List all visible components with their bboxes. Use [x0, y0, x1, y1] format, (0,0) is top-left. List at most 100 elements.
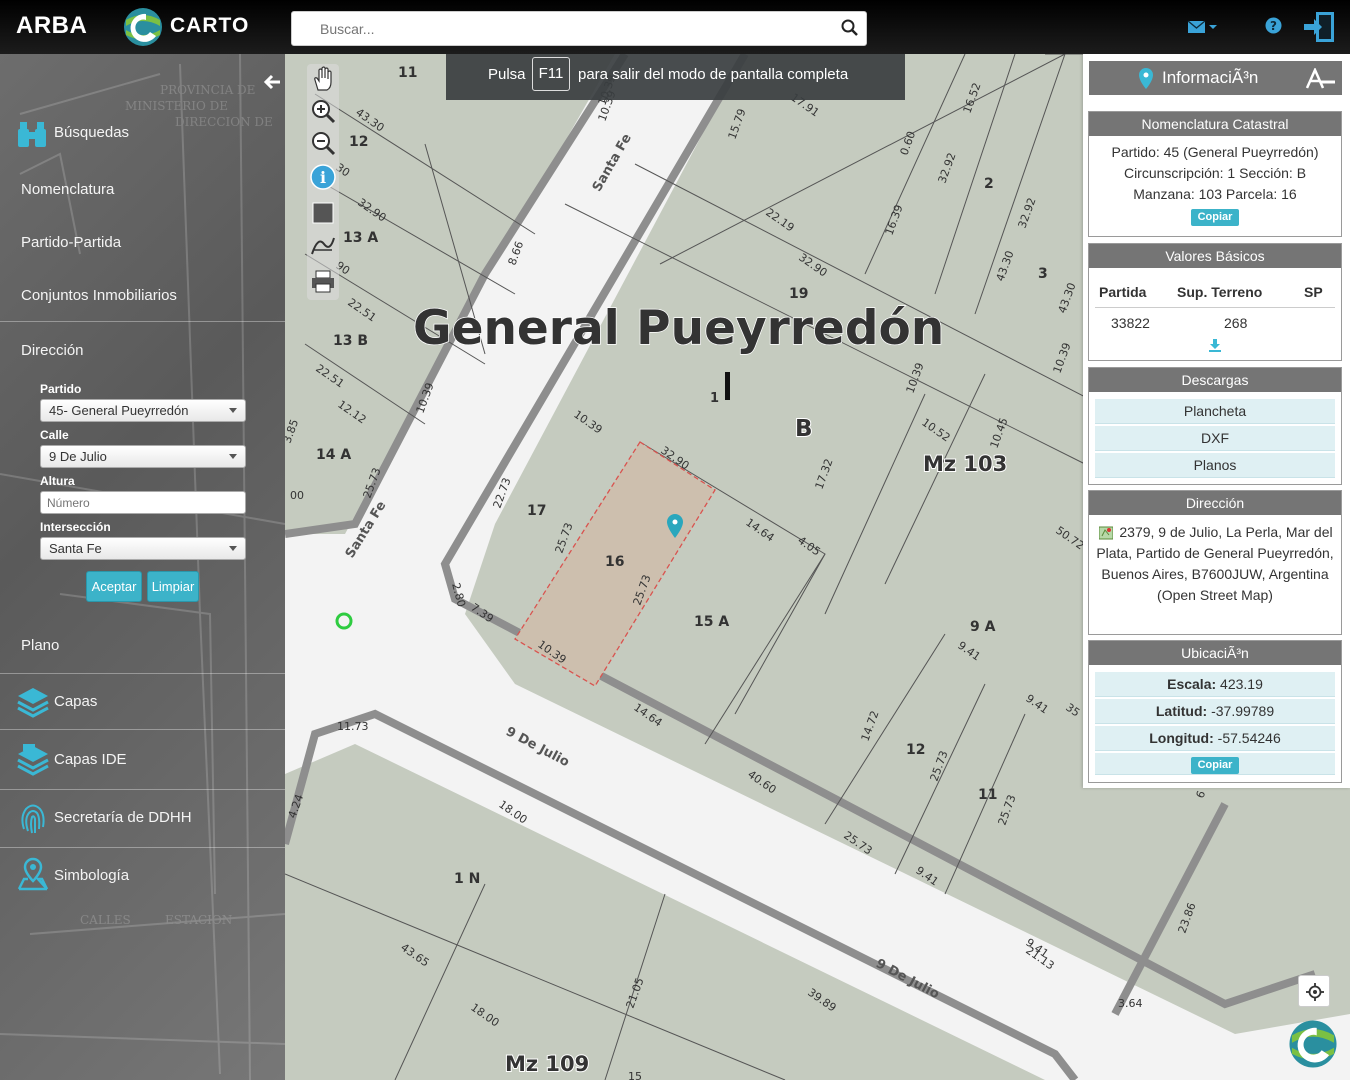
download-plancheta[interactable]: Plancheta: [1095, 399, 1335, 424]
ubicacion-copy-row: Copiar: [1095, 753, 1335, 775]
download-icon[interactable]: [1208, 338, 1222, 352]
info-panel: InformaciÃ³n Nomenclatura Catastral Part…: [1083, 54, 1350, 788]
valores-header: Valores Básicos: [1089, 244, 1341, 268]
search-icon[interactable]: [840, 18, 860, 38]
svg-text:i: i: [320, 168, 326, 187]
banner-prefix: Pulsa: [488, 66, 526, 83]
seccion-label: B: [795, 416, 813, 442]
locate-button[interactable]: [1298, 975, 1330, 1007]
nav-busquedas-label: Búsquedas: [54, 124, 130, 141]
parcel-number: 19: [789, 286, 808, 302]
map-toolbar: i: [307, 64, 339, 300]
partido-select-value: 45- General Pueyrredón: [49, 403, 189, 418]
descargas-header: Descargas: [1089, 368, 1341, 392]
pan-hand-icon[interactable]: [310, 66, 336, 92]
nav-capas-ide[interactable]: Capas IDE: [0, 744, 285, 776]
parcel-measure: 15: [628, 1070, 642, 1080]
interseccion-label: Intersección: [40, 520, 111, 534]
chevron-down-icon: [229, 454, 237, 459]
exit-icon[interactable]: [1302, 10, 1336, 44]
nav-ddhh[interactable]: Secretaría de DDHH: [0, 804, 285, 834]
altura-input[interactable]: [40, 491, 246, 514]
parcel-number: 13 B: [333, 333, 368, 349]
latitud-row: Latitud: -37.99789: [1095, 699, 1335, 724]
col-partida: Partida: [1099, 284, 1147, 300]
partido-select[interactable]: 45- General Pueyrredón: [40, 399, 246, 422]
nav-conjuntos-inmobiliarios[interactable]: Conjuntos Inmobiliarios: [0, 287, 285, 309]
parcel-number: 12: [349, 134, 368, 150]
zoom-extent-icon[interactable]: [310, 200, 336, 226]
nav-nomenclatura-label: Nomenclatura: [21, 181, 115, 198]
parcel-number: 16: [605, 554, 624, 570]
nomenclatura-card: Nomenclatura Catastral Partido: 45 (Gene…: [1088, 111, 1342, 237]
parcel-number: 13 A: [343, 230, 378, 246]
calle-select[interactable]: 9 De Julio: [40, 445, 246, 468]
parcel-number: 1 N: [454, 871, 480, 887]
svg-text:PROVINCIA DE: PROVINCIA DE: [160, 83, 255, 97]
layers-ide-icon: [17, 744, 49, 776]
collapse-sidebar-icon[interactable]: [262, 72, 282, 92]
banner-suffix: para salir del modo de pantalla completa: [578, 66, 849, 83]
download-dxf[interactable]: DXF: [1095, 426, 1335, 451]
print-icon[interactable]: [310, 268, 336, 294]
longitud-row: Longitud: -57.54246: [1095, 726, 1335, 751]
partida-value: 33822: [1111, 315, 1150, 331]
help-icon[interactable]: ?: [1265, 17, 1282, 34]
direccion-card: Dirección 2379, 9 de Julio, La Perla, Ma…: [1088, 490, 1342, 635]
nav-partido-partida[interactable]: Partido-Partida: [0, 234, 285, 256]
nav-ddhh-label: Secretaría de DDHH: [54, 809, 192, 826]
divider: [0, 729, 285, 730]
carto-globe-icon: [1289, 1020, 1337, 1068]
copy-nomenclatura-button[interactable]: Copiar: [1190, 209, 1240, 226]
map-location-icon: [1099, 526, 1113, 540]
calle-label: Calle: [40, 428, 69, 442]
banner-key: F11: [532, 57, 570, 91]
nav-simbologia[interactable]: Simbología: [0, 857, 285, 891]
nav-nomenclatura[interactable]: Nomenclatura: [0, 181, 285, 203]
nav-plano[interactable]: Plano: [0, 637, 285, 659]
arba-logo[interactable]: ARBA: [16, 12, 87, 40]
parcel-number: 2: [984, 176, 994, 192]
nav-capas[interactable]: Capas: [0, 688, 285, 718]
zoom-out-icon[interactable]: [310, 130, 336, 156]
clear-icon[interactable]: [1305, 68, 1337, 90]
altura-label: Altura: [40, 474, 75, 488]
nav-capas-ide-label: Capas IDE: [54, 751, 127, 768]
partido-label: General Pueyrredón: [413, 301, 944, 356]
escala-label: Escala:: [1167, 676, 1217, 692]
latitud-label: Latitud:: [1155, 703, 1208, 719]
crosshair-icon: [1306, 983, 1324, 1001]
svg-text:CALLES: CALLES: [80, 913, 131, 927]
info-panel-title: InformaciÃ³n: [1162, 68, 1259, 87]
interseccion-select-value: Santa Fe: [49, 541, 102, 556]
divider: [1095, 307, 1335, 308]
parcel-number: 9 A: [970, 619, 996, 635]
direccion-text: 2379, 9 de Julio, La Perla, Mar del Plat…: [1096, 524, 1334, 603]
interseccion-select[interactable]: Santa Fe: [40, 537, 246, 560]
sidebar-background-map: PROVINCIA DE MINISTERIO DE DIRECCION DE …: [0, 54, 285, 1080]
nomenclatura-manzana: Manzana: 103 Parcela: 16: [1133, 186, 1297, 202]
nav-busquedas[interactable]: Búsquedas: [0, 122, 285, 154]
info-icon[interactable]: i: [310, 164, 336, 190]
svg-text:ESTACION: ESTACION: [165, 913, 232, 927]
copy-ubicacion-button[interactable]: Copiar: [1190, 757, 1240, 774]
escala-value: 423.19: [1220, 676, 1263, 692]
limpiar-button[interactable]: Limpiar: [147, 571, 199, 602]
search-input[interactable]: [292, 12, 832, 45]
aceptar-button[interactable]: Aceptar: [86, 571, 142, 602]
manzana-label: Mz 103: [923, 452, 1007, 476]
measure-icon[interactable]: [310, 232, 336, 258]
partido-label: Partido: [40, 382, 82, 396]
zoom-in-icon[interactable]: [310, 98, 336, 124]
parcel-measure: 00: [290, 489, 304, 502]
nav-direccion[interactable]: Dirección: [0, 342, 285, 364]
search-box: [291, 11, 867, 46]
nav-conjuntos-label: Conjuntos Inmobiliarios: [21, 287, 177, 304]
map-pin-icon: [1139, 68, 1153, 89]
download-planos[interactable]: Planos: [1095, 453, 1335, 478]
chevron-down-icon: [229, 408, 237, 413]
mail-icon[interactable]: [1187, 18, 1221, 36]
ubicacion-card: UbicaciÃ³n Escala: 423.19 Latitud: -37.9…: [1088, 640, 1342, 783]
descargas-card: Descargas Plancheta DXF Planos: [1088, 367, 1342, 485]
col-sp: SP: [1304, 284, 1323, 300]
